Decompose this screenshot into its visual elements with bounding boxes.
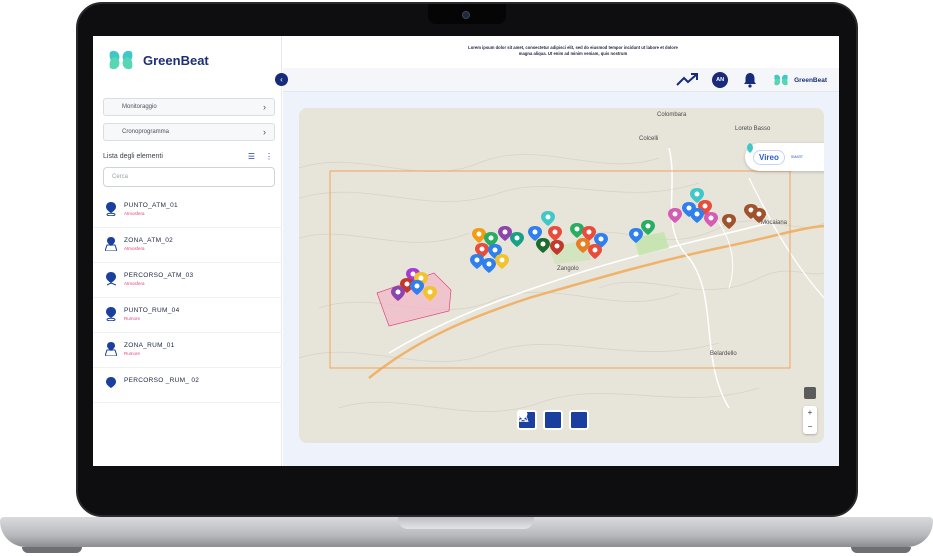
zone-tool-button[interactable] (518, 410, 563, 430)
menu-item-label: Cronoprogramma (122, 129, 170, 135)
laptop-foot-right (851, 547, 911, 553)
item-title: PERCORSO _RUM_ 02 (124, 377, 200, 384)
place-label: Colombara (657, 112, 687, 118)
greenbeat-logo-icon (109, 50, 133, 70)
item-title: ZONA_RUM_01 (124, 342, 175, 349)
laptop-mockup: GreenBeat Monitoraggio › Cronoprogramma … (0, 0, 933, 556)
bell-icon[interactable] (742, 72, 758, 88)
item-title: PERCORSO_ATM_03 (124, 272, 194, 279)
zoom-out-button[interactable]: − (803, 420, 817, 434)
item-subtitle: Rumore (124, 351, 141, 356)
leaf-icon (747, 143, 753, 153)
point-marker-icon (106, 307, 116, 321)
path-tool-icon (518, 410, 528, 422)
list-item[interactable]: PUNTO_RUM_04 Rumore (93, 298, 282, 333)
vireo-logo: Vireo (753, 149, 785, 165)
main-area: Lorem ipsum dolor sit amet, consectetur … (275, 36, 839, 466)
top-header: Lorem ipsum dolor sit amet, consectetur … (283, 36, 839, 68)
place-label: Mocaiana (761, 220, 788, 226)
list-item[interactable]: ZONA_RUM_01 Rumore (93, 333, 282, 368)
item-subtitle: Atmosfera (124, 281, 145, 286)
user-avatar[interactable]: AN (712, 72, 729, 88)
trend-up-icon[interactable] (676, 73, 699, 87)
header-message: Lorem ipsum dolor sit amet, consectetur … (468, 45, 678, 56)
header-brand-name: GreenBeat (794, 76, 827, 84)
header-brand: GreenBeat (772, 73, 827, 87)
toolbar: ‹ AN GreenBeat (275, 68, 839, 92)
sidebar: GreenBeat Monitoraggio › Cronoprogramma … (93, 36, 282, 466)
filter-icon[interactable]: ☰ (248, 152, 255, 161)
item-subtitle: Rumore (124, 316, 141, 321)
item-subtitle: Atmosfera (124, 246, 145, 251)
brand-name: GreenBeat (143, 52, 209, 68)
list-header: Lista degli elementi ☰ ⋮ (103, 152, 273, 161)
camera-icon (462, 11, 470, 19)
app-screen: GreenBeat Monitoraggio › Cronoprogramma … (93, 36, 839, 466)
list-title: Lista degli elementi (103, 153, 163, 160)
place-label: Zangolo (557, 266, 579, 272)
search-placeholder: Cerca (112, 174, 129, 180)
list-item[interactable]: ZONA_ATM_02 Atmosfera (93, 228, 282, 263)
point-marker-icon (106, 202, 116, 216)
path-marker-icon (106, 272, 117, 286)
zoom-in-button[interactable]: + (803, 406, 817, 420)
place-label: Belardello (710, 351, 737, 357)
map-view[interactable]: Colombara Loreto Basso Colcelli Mocaiana… (299, 108, 824, 443)
zone-marker-icon (105, 342, 117, 356)
brand[interactable]: GreenBeat (107, 48, 209, 72)
chevron-right-icon: › (263, 127, 266, 137)
smart-label: SMART (790, 155, 804, 159)
zone-marker-icon (105, 237, 117, 251)
list-item[interactable]: PERCORSO_ATM_03 Atmosfera (93, 263, 282, 298)
path-marker-icon (106, 377, 116, 388)
list-item[interactable]: PUNTO_ATM_01 Atmosfera (93, 193, 282, 228)
item-title: PUNTO_RUM_04 (124, 307, 180, 314)
zoom-control: + − (803, 406, 817, 434)
menu-item-label: Monitoraggio (122, 104, 157, 110)
item-title: PUNTO_ATM_01 (124, 202, 178, 209)
draw-toolbar (517, 410, 589, 430)
more-options-icon[interactable]: ⋮ (265, 152, 273, 161)
item-title: ZONA_ATM_02 (124, 237, 174, 244)
path-tool-button[interactable] (518, 410, 589, 430)
laptop-base-notch (398, 517, 534, 529)
vireo-panel[interactable]: Vireo SMART (745, 143, 824, 171)
menu-item-monitoraggio[interactable]: Monitoraggio › (103, 98, 275, 116)
chevron-right-icon: › (263, 102, 266, 112)
collapse-sidebar-button[interactable]: ‹ (275, 73, 288, 86)
menu-item-cronoprogramma[interactable]: Cronoprogramma › (103, 123, 275, 141)
search-input[interactable]: Cerca (103, 167, 275, 187)
item-subtitle: Atmosfera (124, 211, 145, 216)
laptop-foot-left (22, 547, 82, 553)
place-label: Loreto Basso (735, 126, 771, 132)
greenbeat-logo-icon (774, 74, 788, 86)
place-label: Colcelli (639, 136, 659, 142)
list-item[interactable]: PERCORSO _RUM_ 02 (93, 368, 282, 403)
layers-button[interactable] (804, 387, 816, 399)
